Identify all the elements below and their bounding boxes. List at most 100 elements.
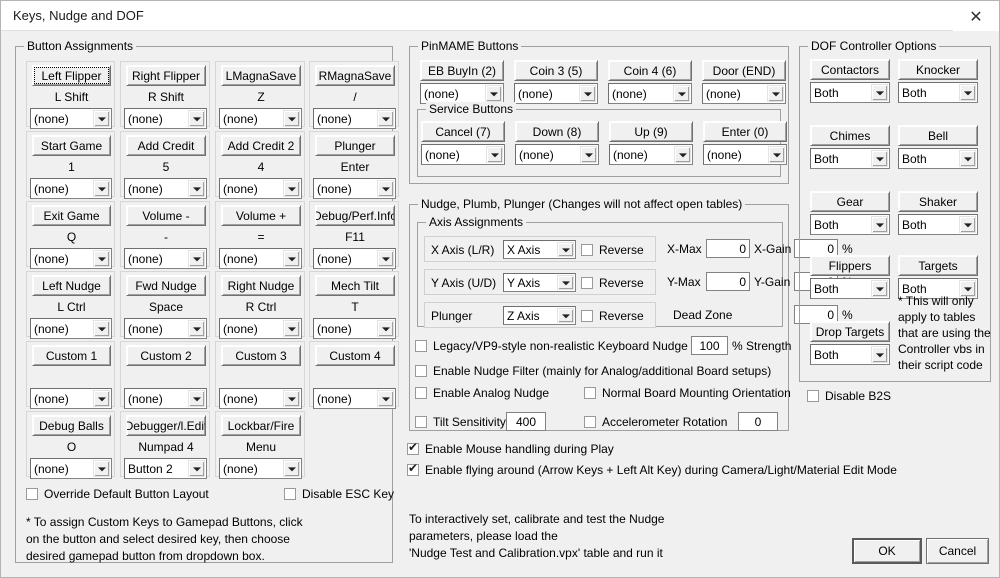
chevron-down-icon[interactable]: [93, 250, 110, 267]
axis-row-y-select[interactable]: Y Axis: [503, 273, 576, 292]
chevron-down-icon[interactable]: [283, 250, 300, 267]
chevron-down-icon[interactable]: [579, 85, 596, 102]
dof-button-contactors[interactable]: Contactors: [810, 59, 890, 80]
chevron-down-icon[interactable]: [283, 110, 300, 127]
key-button-custom-4[interactable]: Custom 4: [315, 345, 395, 366]
analog-nudge-checkbox[interactable]: Enable Analog Nudge: [415, 386, 549, 400]
service-button-up-9[interactable]: Up (9): [609, 121, 693, 142]
gamepad-select-custom-1[interactable]: (none): [30, 388, 112, 409]
dof-button-targets[interactable]: Targets: [898, 255, 978, 276]
chevron-down-icon[interactable]: [486, 146, 503, 163]
dof-button-flippers[interactable]: Flippers: [810, 255, 890, 276]
key-button-custom-1[interactable]: Custom 1: [32, 345, 111, 366]
chevron-down-icon[interactable]: [871, 346, 888, 363]
chevron-down-icon[interactable]: [959, 216, 976, 233]
gamepad-select-add-credit[interactable]: (none): [124, 178, 207, 199]
chevron-down-icon[interactable]: [557, 242, 574, 257]
chevron-down-icon[interactable]: [871, 150, 888, 167]
gamepad-select-start-game[interactable]: (none): [30, 178, 112, 199]
chevron-down-icon[interactable]: [768, 146, 785, 163]
dof-select-bell[interactable]: Both: [898, 148, 978, 169]
board-orientation-checkbox[interactable]: Normal Board Mounting Orientation: [584, 386, 791, 400]
dof-button-drop-targets[interactable]: Drop Targets: [810, 321, 890, 342]
service-select-cancel-7[interactable]: (none): [421, 144, 505, 165]
dof-select-contactors[interactable]: Both: [810, 82, 890, 103]
key-button-lockbar-fire[interactable]: Lockbar/Fire: [221, 415, 301, 436]
chevron-down-icon[interactable]: [580, 146, 597, 163]
y-max-input[interactable]: 0: [706, 272, 750, 291]
dof-select-chimes[interactable]: Both: [810, 148, 890, 169]
gamepad-select-exit-game[interactable]: (none): [30, 248, 112, 269]
gamepad-select-custom-2[interactable]: (none): [124, 388, 207, 409]
gamepad-select-fwd-nudge[interactable]: (none): [124, 318, 207, 339]
service-button-enter-0[interactable]: Enter (0): [703, 121, 787, 142]
gamepad-select-lmagnasave[interactable]: (none): [219, 108, 302, 129]
key-button-left-flipper[interactable]: Left Flipper: [32, 65, 111, 86]
cancel-button[interactable]: Cancel: [926, 538, 989, 564]
pinmame-select-coin-3-5[interactable]: (none): [514, 83, 598, 104]
chevron-down-icon[interactable]: [959, 84, 976, 101]
gamepad-select-debugger-l-edit[interactable]: Button 2: [124, 458, 207, 479]
chevron-down-icon[interactable]: [188, 390, 205, 407]
chevron-down-icon[interactable]: [93, 110, 110, 127]
legacy-nudge-checkbox[interactable]: Legacy/VP9-style non-realistic Keyboard …: [415, 339, 688, 353]
gamepad-select-left-flipper[interactable]: (none): [30, 108, 112, 129]
mouse-handling-checkbox[interactable]: Enable Mouse handling during Play: [407, 440, 614, 456]
gamepad-select-mech-tilt[interactable]: (none): [313, 318, 396, 339]
gamepad-select-add-credit-2[interactable]: (none): [219, 178, 302, 199]
key-button-right-nudge[interactable]: Right Nudge: [221, 275, 301, 296]
service-select-enter-0[interactable]: (none): [703, 144, 787, 165]
axis-row-y-reverse-checkbox[interactable]: Reverse: [581, 276, 644, 290]
chevron-down-icon[interactable]: [871, 280, 888, 297]
chevron-down-icon[interactable]: [377, 390, 394, 407]
dof-button-gear[interactable]: Gear: [810, 191, 890, 212]
chevron-down-icon[interactable]: [377, 180, 394, 197]
service-button-down-8[interactable]: Down (8): [515, 121, 599, 142]
gamepad-select-debug-perf-info[interactable]: (none): [313, 248, 396, 269]
key-button-add-credit[interactable]: Add Credit: [126, 135, 206, 156]
chevron-down-icon[interactable]: [93, 320, 110, 337]
gamepad-select-right-nudge[interactable]: (none): [219, 318, 302, 339]
chevron-down-icon[interactable]: [188, 460, 205, 477]
key-button-right-flipper[interactable]: Right Flipper: [126, 65, 206, 86]
key-button-custom-2[interactable]: Custom 2: [126, 345, 206, 366]
chevron-down-icon[interactable]: [871, 84, 888, 101]
dof-select-knocker[interactable]: Both: [898, 82, 978, 103]
gamepad-select-volume[interactable]: (none): [124, 248, 207, 269]
chevron-down-icon[interactable]: [674, 146, 691, 163]
chevron-down-icon[interactable]: [673, 85, 690, 102]
accel-rotation-checkbox[interactable]: Accelerometer Rotation: [584, 415, 727, 429]
chevron-down-icon[interactable]: [377, 110, 394, 127]
key-button-fwd-nudge[interactable]: Fwd Nudge: [126, 275, 206, 296]
pinmame-button-eb-buyin-2[interactable]: EB BuyIn (2): [420, 60, 504, 81]
chevron-down-icon[interactable]: [485, 85, 502, 102]
dof-button-chimes[interactable]: Chimes: [810, 125, 890, 146]
dof-button-shaker[interactable]: Shaker: [898, 191, 978, 212]
flying-around-checkbox[interactable]: Enable flying around (Arrow Keys + Left …: [407, 461, 897, 477]
pinmame-select-coin-4-6[interactable]: (none): [608, 83, 692, 104]
accel-rotation-input[interactable]: 0: [738, 412, 778, 431]
chevron-down-icon[interactable]: [557, 308, 574, 323]
key-button-left-nudge[interactable]: Left Nudge: [32, 275, 111, 296]
key-button-debugger-l-edit[interactable]: Debugger/l.Edit: [126, 415, 206, 436]
axis-row-plunger-reverse-checkbox[interactable]: Reverse: [581, 309, 644, 323]
dof-button-knocker[interactable]: Knocker: [898, 59, 978, 80]
key-button-exit-game[interactable]: Exit Game: [32, 205, 111, 226]
key-button-volume[interactable]: Volume -: [126, 205, 206, 226]
x-max-input[interactable]: 0: [706, 239, 750, 258]
disable-b2s-checkbox[interactable]: Disable B2S: [807, 389, 891, 403]
key-button-lmagnasave[interactable]: LMagnaSave: [221, 65, 301, 86]
chevron-down-icon[interactable]: [188, 180, 205, 197]
disable-esc-key-checkbox[interactable]: Disable ESC Key: [284, 487, 394, 501]
chevron-down-icon[interactable]: [557, 275, 574, 290]
chevron-down-icon[interactable]: [283, 180, 300, 197]
nudge-strength-input[interactable]: 100: [691, 336, 728, 355]
override-default-layout-checkbox[interactable]: Override Default Button Layout: [26, 487, 209, 501]
key-button-debug-perf-info[interactable]: Debug/Perf.Info: [315, 205, 395, 226]
tilt-sensitivity-checkbox[interactable]: Tilt Sensitivity: [415, 415, 506, 429]
dof-select-gear[interactable]: Both: [810, 214, 890, 235]
chevron-down-icon[interactable]: [767, 85, 784, 102]
gamepad-select-plunger[interactable]: (none): [313, 178, 396, 199]
gamepad-select-custom-4[interactable]: (none): [313, 388, 396, 409]
close-icon[interactable]: ✕: [953, 1, 999, 31]
